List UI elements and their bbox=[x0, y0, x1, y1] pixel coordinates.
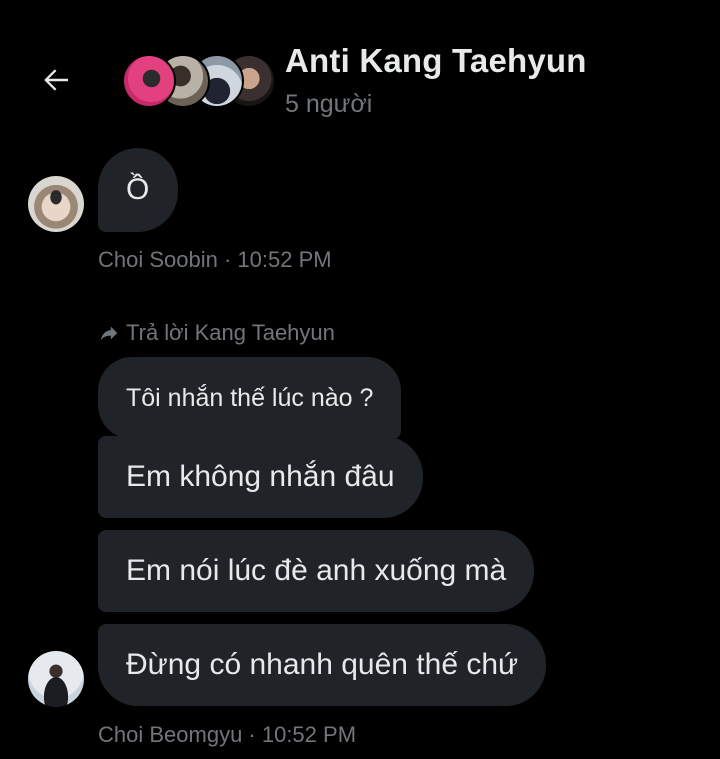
message-text: Ồ bbox=[126, 173, 150, 206]
message-bubble[interactable]: Ồ bbox=[98, 148, 178, 232]
message-bubble[interactable]: Em nói lúc đè anh xuống mà bbox=[98, 530, 535, 612]
message-bubble[interactable]: Tôi nhắn thế lúc nào ? bbox=[98, 357, 402, 439]
message-text: Tôi nhắn thế lúc nào ? bbox=[126, 383, 374, 412]
message-meta: Choi Soobin · 10:52 PM bbox=[98, 247, 332, 272]
member-count[interactable]: 5 người bbox=[285, 90, 372, 119]
member-avatar bbox=[122, 54, 176, 108]
message-bubble[interactable]: Đừng có nhanh quên thế chứ bbox=[98, 624, 547, 706]
message-bubble[interactable]: Em không nhắn đâu bbox=[98, 436, 423, 518]
message-text: Em không nhắn đâu bbox=[126, 460, 395, 493]
avatar[interactable] bbox=[28, 176, 84, 232]
arrow-left-icon bbox=[44, 69, 68, 91]
conversation-title[interactable]: Anti Kang Taehyun bbox=[285, 42, 587, 80]
conversation-header: Anti Kang Taehyun 5 người bbox=[0, 0, 720, 140]
group-avatars[interactable] bbox=[122, 54, 276, 108]
message-text: Em nói lúc đè anh xuống mà bbox=[126, 554, 507, 587]
dm-conversation-screen: Anti Kang Taehyun 5 người Ồ Choi Soobin … bbox=[0, 0, 720, 759]
reply-label: Trả lời Kang Taehyun bbox=[126, 320, 335, 345]
reply-arrow-icon bbox=[100, 326, 118, 341]
avatar[interactable] bbox=[28, 651, 84, 707]
reply-indicator[interactable]: Trả lời Kang Taehyun bbox=[98, 320, 335, 346]
back-button[interactable] bbox=[34, 58, 78, 102]
message-meta: Choi Beomgyu · 10:52 PM bbox=[98, 722, 357, 747]
message-text: Đừng có nhanh quên thế chứ bbox=[126, 648, 519, 681]
